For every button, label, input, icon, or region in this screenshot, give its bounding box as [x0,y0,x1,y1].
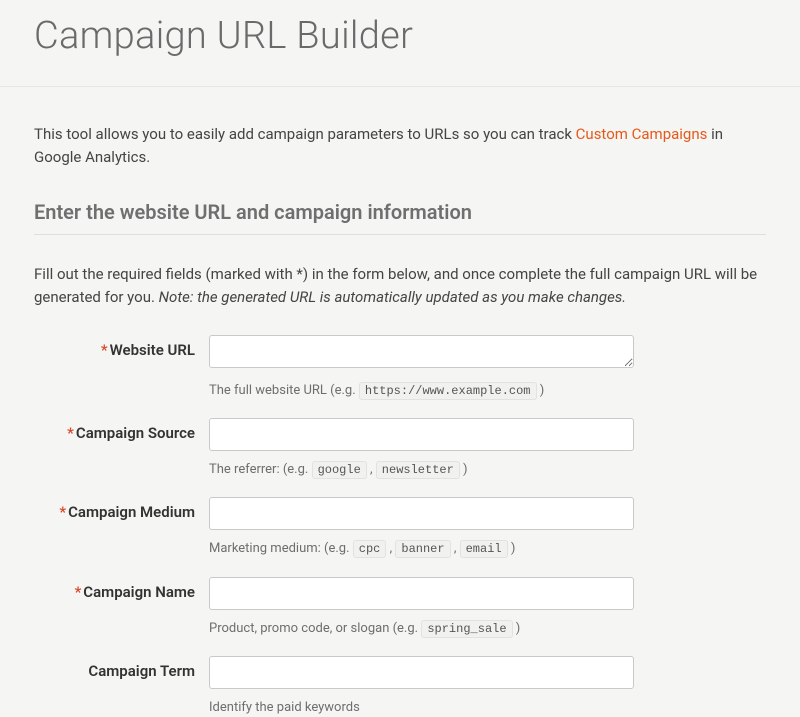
custom-campaigns-link[interactable]: Custom Campaigns [576,125,708,143]
label-text-website-url: Website URL [110,341,195,359]
hint-row-campaign-term: Identify the paid keywords [34,693,766,717]
hint-campaign-term: Identify the paid keywords [209,693,360,717]
page-title: Campaign URL Builder [34,14,766,58]
hint-code: email [460,540,508,558]
hint-code: google [312,461,367,479]
section-heading: Enter the website URL and campaign infor… [34,200,766,224]
campaign-name-input[interactable] [209,577,634,610]
hint-row-campaign-medium: Marketing medium: (e.g. cpc , banner , e… [34,534,766,558]
hint-campaign-source: The referrer: (e.g. google , newsletter … [209,455,468,479]
field-row-website-url: *Website URL [34,335,766,372]
campaign-source-input[interactable] [209,418,634,451]
label-website-url: *Website URL [34,335,209,359]
page-header: Campaign URL Builder [0,0,800,86]
label-text-campaign-medium: Campaign Medium [68,503,195,521]
label-text-campaign-term: Campaign Term [88,662,195,680]
hint-code: banner [395,540,450,558]
intro-text: This tool allows you to easily add campa… [34,123,766,170]
hint-code: cpc [353,540,387,558]
section-divider [34,234,766,235]
label-campaign-source: *Campaign Source [34,418,209,442]
required-star-icon: * [59,503,66,521]
hint-website-url: The full website URL (e.g. https://www.e… [209,376,544,400]
label-campaign-name: *Campaign Name [34,577,209,601]
field-row-campaign-medium: *Campaign Medium [34,497,766,530]
instructions-text: Fill out the required fields (marked wit… [34,263,766,310]
website-url-input[interactable] [209,335,634,368]
field-row-campaign-term: Campaign Term [34,656,766,689]
hint-code: https://www.example.com [359,382,537,400]
required-star-icon: * [75,583,82,601]
hint-row-campaign-name: Product, promo code, or slogan (e.g. spr… [34,614,766,638]
required-star-icon: * [67,424,74,442]
required-star-icon: * [101,341,108,359]
hint-code: spring_sale [421,620,512,638]
hint-campaign-medium: Marketing medium: (e.g. cpc , banner , e… [209,534,515,558]
label-campaign-medium: *Campaign Medium [34,497,209,521]
label-text-campaign-name: Campaign Name [83,583,195,601]
hint-row-website-url: The full website URL (e.g. https://www.e… [34,376,766,400]
hint-code: newsletter [376,461,460,479]
field-row-campaign-source: *Campaign Source [34,418,766,451]
content-area: This tool allows you to easily add campa… [0,87,800,717]
intro-text-before: This tool allows you to easily add campa… [34,125,576,143]
label-text-campaign-source: Campaign Source [76,424,195,442]
instructions-note: Note: the generated URL is automatically… [159,288,626,306]
hint-campaign-name: Product, promo code, or slogan (e.g. spr… [209,614,520,638]
field-row-campaign-name: *Campaign Name [34,577,766,610]
hint-row-campaign-source: The referrer: (e.g. google , newsletter … [34,455,766,479]
label-campaign-term: Campaign Term [34,656,209,680]
campaign-form: *Website URL The full website URL (e.g. … [34,335,766,717]
campaign-medium-input[interactable] [209,497,634,530]
campaign-term-input[interactable] [209,656,634,689]
